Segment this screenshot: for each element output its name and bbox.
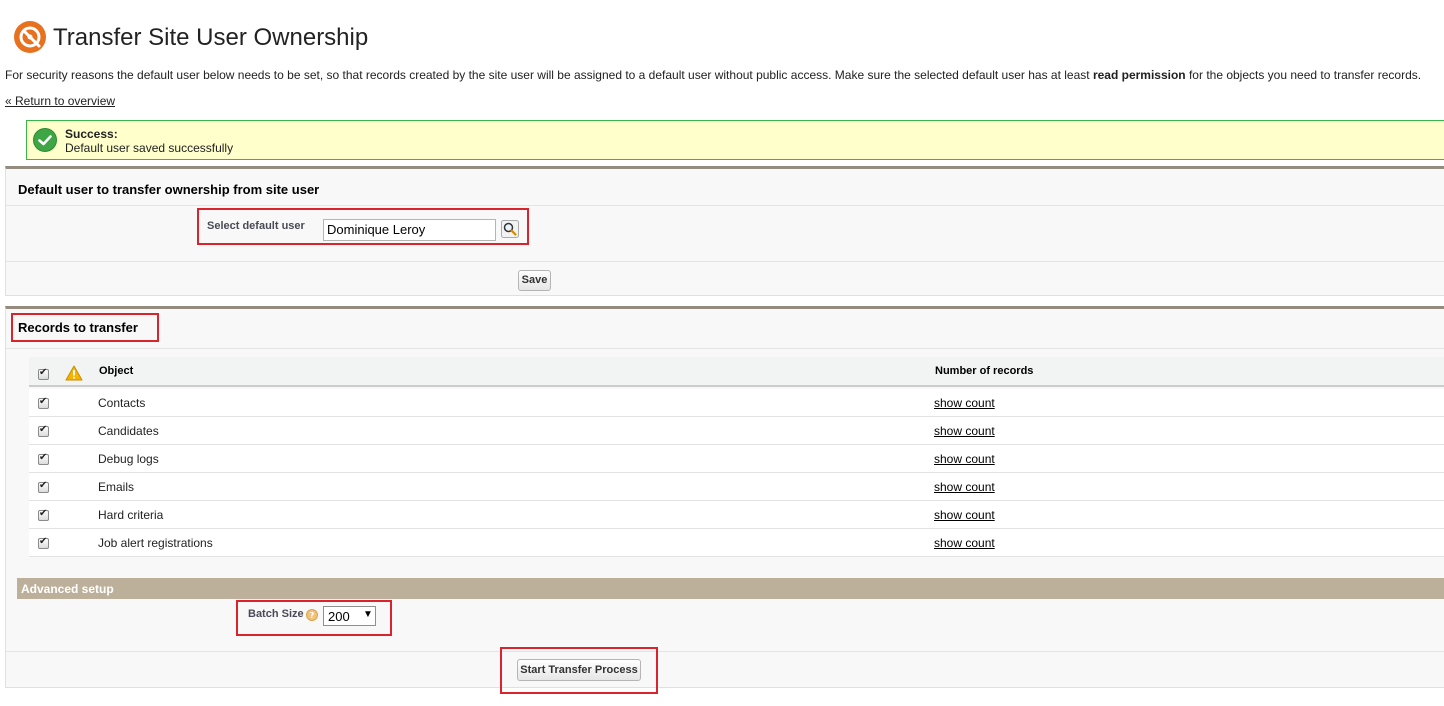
table-row: Debug logs show count bbox=[29, 445, 1444, 473]
advanced-setup-title: Advanced setup bbox=[21, 582, 114, 596]
message-title: Success: bbox=[65, 127, 118, 141]
lookup-icon[interactable] bbox=[501, 220, 519, 238]
show-count-link[interactable]: show count bbox=[934, 452, 995, 466]
default-user-panel: Default user to transfer ownership from … bbox=[5, 166, 1444, 296]
batch-size-select[interactable]: 200 ▼ bbox=[323, 606, 376, 626]
panel-header bbox=[6, 309, 1444, 349]
object-name: Job alert registrations bbox=[98, 536, 213, 550]
intro-bold: read permission bbox=[1092, 68, 1186, 82]
check-circle-icon bbox=[33, 128, 57, 152]
show-count-link[interactable]: show count bbox=[934, 480, 995, 494]
object-name: Hard criteria bbox=[98, 508, 164, 522]
object-name: Contacts bbox=[98, 396, 146, 410]
row-checkbox[interactable] bbox=[38, 396, 49, 409]
batch-size-value: 200 bbox=[328, 609, 350, 624]
start-transfer-button[interactable]: Start Transfer Process bbox=[517, 659, 641, 681]
show-count-link[interactable]: show count bbox=[934, 536, 995, 550]
table-row: Candidates show count bbox=[29, 417, 1444, 445]
svg-text:?: ? bbox=[310, 611, 315, 620]
batch-size-label: Batch Size bbox=[248, 608, 304, 620]
table-row: Emails show count bbox=[29, 473, 1444, 501]
section-title: Records to transfer bbox=[18, 320, 138, 335]
row-checkbox[interactable] bbox=[38, 424, 49, 437]
object-name: Emails bbox=[98, 480, 135, 494]
brand-logo-icon bbox=[14, 21, 46, 53]
default-user-input[interactable]: Dominique Leroy bbox=[323, 219, 496, 241]
page-title: Transfer Site User Ownership bbox=[53, 24, 369, 51]
warning-icon bbox=[65, 365, 83, 384]
table-row: Hard criteria show count bbox=[29, 501, 1444, 529]
table-row: Job alert registrations show count bbox=[29, 529, 1444, 557]
message-text: Default user saved successfully bbox=[65, 141, 234, 155]
success-message: Success: Default user saved successfully bbox=[26, 120, 1444, 160]
default-user-label: Select default user bbox=[207, 220, 305, 232]
save-button[interactable]: Save bbox=[518, 270, 551, 291]
row-checkbox[interactable] bbox=[38, 536, 49, 549]
dropdown-arrow-icon: ▼ bbox=[363, 609, 373, 620]
help-icon[interactable]: ? bbox=[306, 609, 318, 624]
panel-header: Default user to transfer ownership from … bbox=[6, 169, 1444, 206]
select-all-checkbox[interactable] bbox=[38, 367, 49, 380]
row-checkbox[interactable] bbox=[38, 480, 49, 493]
table-row: Contacts show count bbox=[29, 389, 1444, 417]
return-to-overview-link[interactable]: « Return to overview bbox=[5, 94, 115, 108]
object-name: Debug logs bbox=[98, 452, 159, 466]
row-checkbox[interactable] bbox=[38, 508, 49, 521]
show-count-link[interactable]: show count bbox=[934, 396, 995, 410]
column-header-count: Number of records bbox=[935, 365, 1034, 377]
divider bbox=[6, 261, 1444, 262]
row-checkbox[interactable] bbox=[38, 452, 49, 465]
intro-text: For security reasons the default user be… bbox=[5, 68, 1422, 82]
show-count-link[interactable]: show count bbox=[934, 508, 995, 522]
advanced-setup-bar: Advanced setup bbox=[17, 578, 1444, 599]
show-count-link[interactable]: show count bbox=[934, 424, 995, 438]
table-header: Object Number of records bbox=[29, 357, 1444, 387]
object-name: Candidates bbox=[98, 424, 159, 438]
column-header-object: Object bbox=[99, 365, 134, 377]
divider bbox=[6, 651, 1444, 652]
section-title: Default user to transfer ownership from … bbox=[18, 182, 320, 197]
